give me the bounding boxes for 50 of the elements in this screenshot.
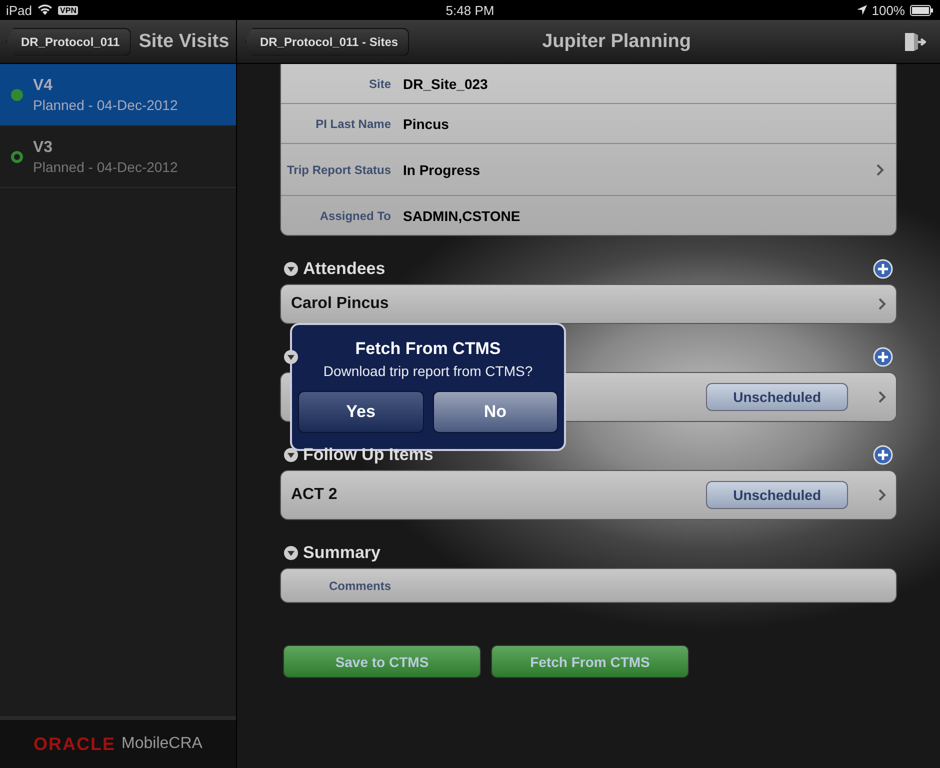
collapse-icon[interactable] <box>284 546 298 560</box>
field-label: Comments <box>328 578 391 592</box>
visit-item[interactable]: V4 Planned - 04-Dec-2012 <box>0 64 236 126</box>
visit-subtitle: Planned - 04-Dec-2012 <box>33 96 178 112</box>
logout-icon[interactable] <box>904 32 926 52</box>
product-name: MobileCRA <box>122 735 202 753</box>
dialog-button[interactable]: No <box>432 391 558 433</box>
clock: 5:48 PM <box>446 2 494 18</box>
battery-icon <box>910 4 934 16</box>
field-value: SADMIN,CSTONE <box>403 208 522 224</box>
dialog-button[interactable]: Yes <box>298 391 424 433</box>
nav-title: Jupiter Planning <box>541 30 692 52</box>
back-button[interactable]: DR_Protocol_011 - Sites <box>245 28 410 56</box>
battery-percent: 100% <box>872 2 905 18</box>
nav-title: Site Visits <box>138 30 230 52</box>
section-title: Attendees <box>303 259 386 279</box>
item-name: Carol Pincus <box>291 295 390 313</box>
item-name: ACT 2 <box>291 486 338 504</box>
status-badge: Unscheduled <box>706 383 848 411</box>
vpn-badge: VPN <box>58 6 78 14</box>
field-value: DR_Site_023 <box>403 76 489 92</box>
dialog-title: Fetch From CTMS <box>355 339 501 359</box>
location-icon <box>856 5 867 15</box>
field-label: Assigned To <box>318 208 391 222</box>
field-value: In Progress <box>403 162 482 178</box>
collapse-icon[interactable] <box>284 448 298 462</box>
field-label: PI Last Name <box>314 116 391 130</box>
field-value: Pincus <box>403 116 450 132</box>
section-title: Summary <box>303 543 382 563</box>
collapse-icon[interactable] <box>284 262 298 276</box>
status-badge: Unscheduled <box>706 481 848 509</box>
wifi-icon <box>37 4 54 16</box>
chevron-icon[interactable] <box>876 164 884 176</box>
field-label: Site <box>368 76 391 90</box>
field-label: Trip Report Status <box>286 162 391 176</box>
section-title: Follow Up Items <box>303 445 434 465</box>
visit-title: V3 <box>33 138 54 156</box>
add-icon[interactable] <box>873 347 893 367</box>
comments-field[interactable]: Comments <box>280 568 897 603</box>
device-name: iPad <box>6 2 32 18</box>
back-button[interactable]: DR_Protocol_011 <box>6 28 131 56</box>
list-row[interactable]: Carol Pincus <box>280 284 897 324</box>
list-row[interactable]: ACT 2 Unscheduled <box>280 470 897 520</box>
add-icon[interactable] <box>873 259 893 279</box>
visit-item[interactable]: V3 Planned - 04-Dec-2012 <box>0 126 236 188</box>
brand-logo: ORACLE <box>34 734 116 754</box>
add-icon[interactable] <box>873 445 893 465</box>
collapse-icon[interactable] <box>284 350 298 364</box>
visit-subtitle: Planned - 04-Dec-2012 <box>33 158 178 174</box>
visit-title: V4 <box>33 76 54 94</box>
